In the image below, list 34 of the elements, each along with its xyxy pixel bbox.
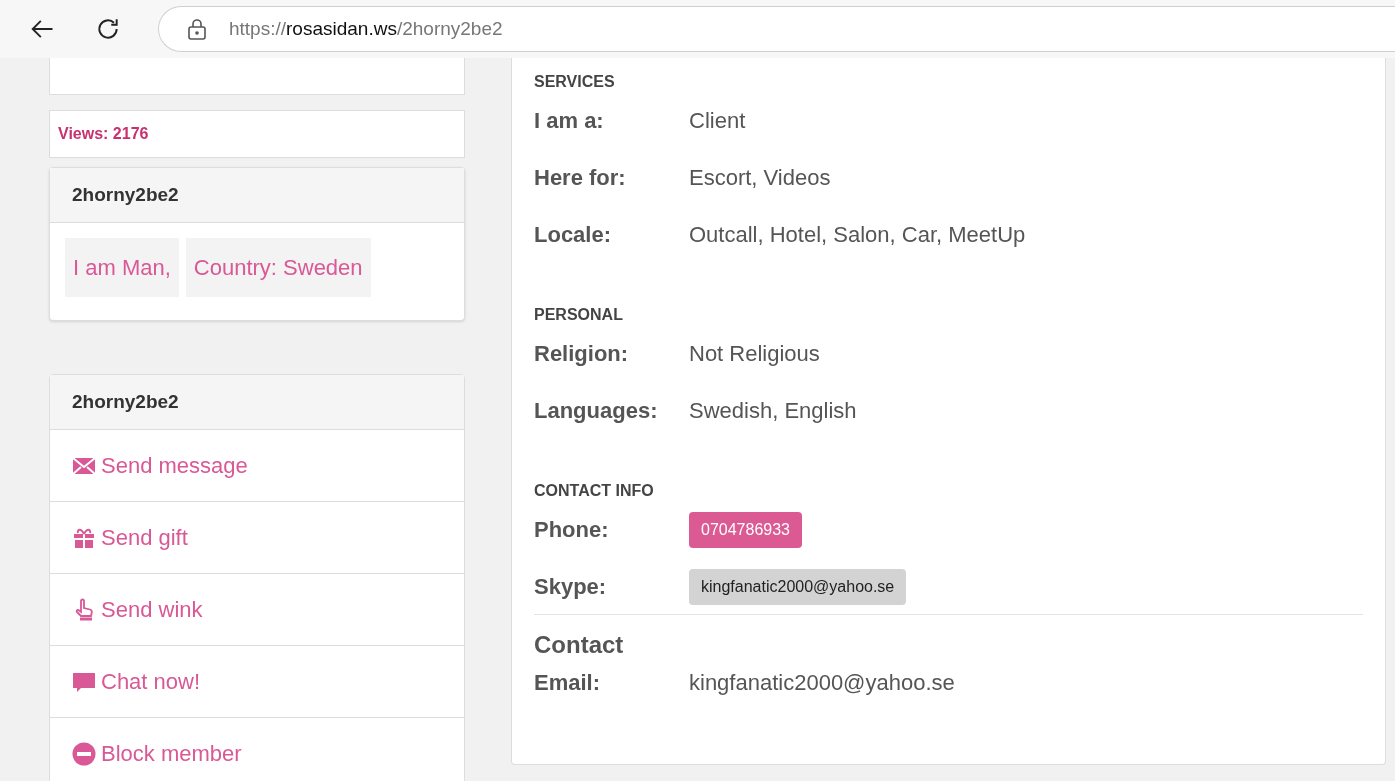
- field-label: Phone:: [534, 516, 610, 544]
- contact-title: Contact: [534, 630, 625, 657]
- address-field[interactable]: https://rosasidan.ws/2horny2be2: [158, 6, 1395, 52]
- field-value: Not Religious: [689, 340, 820, 368]
- field-value: Escort, Videos: [689, 164, 831, 192]
- field-value: Outcall, Hotel, Salon, Car, MeetUp: [689, 221, 1026, 249]
- section-heading: SERVICES: [534, 72, 616, 92]
- action-link[interactable]: Send gift: [72, 521, 188, 554]
- action-link[interactable]: Block member: [72, 737, 242, 770]
- action-link[interactable]: Chat now!: [72, 665, 201, 698]
- section-heading: CONTACT INFO: [534, 481, 655, 501]
- action-link[interactable]: Send wink: [72, 593, 203, 626]
- card-title: 2horny2be2: [72, 389, 179, 414]
- field-value: Client: [689, 107, 746, 135]
- action-link[interactable]: Send message: [72, 449, 248, 482]
- views-count: Views: 2176: [58, 124, 149, 144]
- field-label: Religion:: [534, 340, 630, 368]
- field-label: Here for:: [534, 164, 627, 192]
- lock-icon: [187, 18, 207, 40]
- block-icon: [72, 741, 96, 766]
- field-label: Skype:: [534, 573, 608, 601]
- value-badge: 0704786933: [689, 511, 802, 548]
- section-heading: PERSONAL: [534, 305, 624, 325]
- field-label: Email:: [534, 668, 602, 697]
- field-label: I am a:: [534, 107, 605, 135]
- field-label: Languages:: [534, 397, 659, 425]
- profile-tag: Country: Sweden: [185, 238, 371, 297]
- url-text: https://rosasidan.ws/2horny2be2: [229, 16, 503, 41]
- field-value: Swedish, English: [689, 397, 857, 425]
- value-badge: kingfanatic2000@yahoo.se: [689, 568, 907, 605]
- field-label: Locale:: [534, 221, 613, 249]
- profile-tag: I am Man,: [65, 238, 179, 297]
- field-value: kingfanatic2000@yahoo.se: [689, 668, 955, 697]
- card-title: 2horny2be2: [72, 182, 179, 207]
